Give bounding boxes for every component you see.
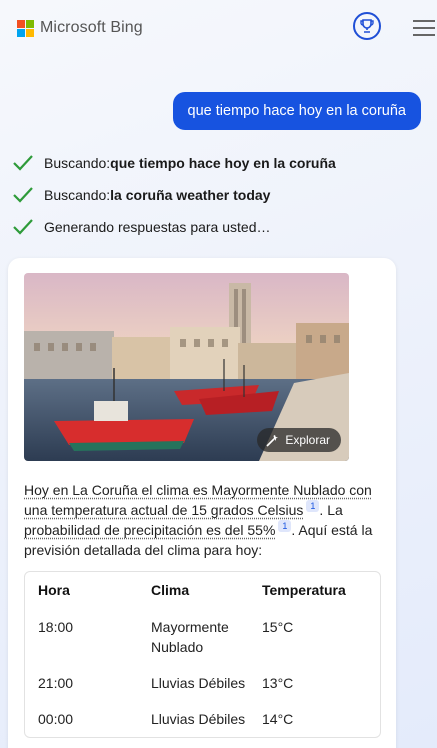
citation-1[interactable]: 1 [306, 500, 320, 512]
table-cell-temp: 15°C [262, 619, 294, 635]
status-generating: Generando respuestas para usted… [12, 218, 270, 236]
answer-card: Explorar Hoy en La Coruña el clima es Ma… [8, 258, 396, 748]
table-cell-hora: 00:00 [38, 711, 74, 727]
citation-2[interactable]: 1 [278, 520, 292, 532]
status-text: Generando respuestas para usted… [44, 219, 271, 235]
header: Microsoft Bing [0, 0, 437, 58]
table-cell-temp: 14°C [262, 711, 294, 727]
table-cell-hora: 18:00 [38, 619, 74, 635]
table-header-hora: Hora [38, 582, 70, 598]
status-prefix: Buscando: [44, 155, 111, 171]
table-cell-temp: 13°C [262, 675, 294, 691]
microsoft-logo-icon [17, 19, 34, 37]
table-header-temperatura: Temperatura [262, 582, 346, 598]
explore-label: Explorar [285, 433, 330, 447]
status-query: la coruña weather today [110, 187, 271, 203]
table-cell-hora: 21:00 [38, 675, 74, 691]
table-header-clima: Clima [151, 582, 190, 598]
logo-text: Microsoft Bing [40, 19, 143, 36]
table-cell-clima: Mayormente Nublado [151, 619, 229, 655]
bing-logo[interactable]: Microsoft Bing [17, 19, 143, 37]
answer-text: Hoy en La Coruña el clima es Mayormente … [24, 480, 380, 560]
answer-sentence-2[interactable]: probabilidad de precipitación es del 55% [24, 522, 275, 538]
magic-wand-icon [266, 434, 279, 447]
status-searching-1: Buscando: que tiempo hace hoy en la coru… [12, 154, 336, 172]
status-searching-2: Buscando: la coruña weather today [12, 186, 270, 204]
table-cell-clima: Lluvias Débiles [151, 675, 246, 691]
trophy-icon [360, 19, 374, 33]
rewards-button[interactable] [353, 12, 381, 40]
table-cell-clima: Lluvias Débiles [151, 711, 246, 727]
harbor-photo[interactable]: Explorar [24, 273, 349, 461]
weather-table: Hora Clima Temperatura 18:00 Mayormente … [24, 571, 381, 738]
checkmark-icon [13, 187, 33, 203]
checkmark-icon [13, 155, 33, 171]
menu-button[interactable] [413, 20, 435, 36]
status-prefix: Buscando: [44, 187, 111, 203]
bing-chat-page: Microsoft Bing que tiempo hace hoy en la… [0, 0, 437, 748]
status-query: que tiempo hace hoy en la coruña [110, 155, 336, 171]
answer-connector: . La [319, 502, 343, 518]
checkmark-icon [13, 219, 33, 235]
explore-button[interactable]: Explorar [257, 428, 341, 452]
user-message-bubble: que tiempo hace hoy en la coruña [172, 92, 421, 130]
